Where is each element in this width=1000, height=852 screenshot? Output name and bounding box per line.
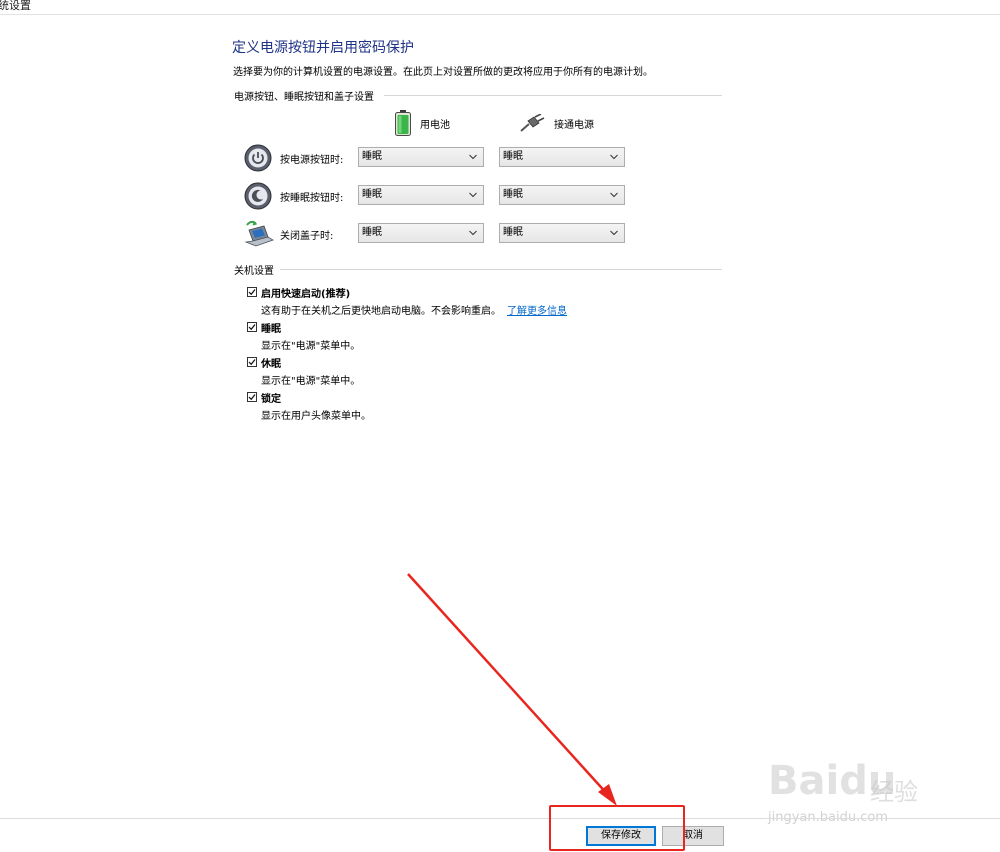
- checkmark-icon: [248, 289, 256, 296]
- checkmark-icon: [248, 394, 256, 401]
- power-options-system-settings-window: 统设置 定义电源按钮并启用密码保护 选择要为你的计算机设置的电源设置。在此页上对…: [0, 0, 1000, 852]
- sleep-button-row: 按睡眠按钮时: 睡眠 睡眠: [244, 182, 634, 210]
- power-button-label: 按电源按钮时:: [280, 155, 344, 166]
- chevron-down-icon: [610, 192, 618, 198]
- shutdown-section-title: 关机设置: [234, 266, 274, 277]
- hibernate-checkbox[interactable]: [247, 357, 257, 367]
- learn-more-link[interactable]: 了解更多信息: [507, 306, 567, 317]
- chevron-down-icon: [469, 154, 477, 160]
- chevron-down-icon: [610, 230, 618, 236]
- select-value: 睡眠: [362, 227, 382, 238]
- section-divider: [280, 269, 722, 270]
- power-button-battery-select[interactable]: 睡眠: [358, 147, 484, 167]
- power-buttons-section-header: 电源按钮、睡眠按钮和盖子设置: [234, 88, 722, 103]
- sleep-button-plugged-select[interactable]: 睡眠: [499, 185, 625, 205]
- lid-close-label: 关闭盖子时:: [280, 231, 334, 242]
- select-value: 睡眠: [503, 151, 523, 162]
- select-value: 睡眠: [362, 189, 382, 200]
- window-title: 统设置: [0, 0, 31, 12]
- page-heading: 定义电源按钮并启用密码保护: [232, 40, 414, 56]
- column-label-battery: 用电池: [420, 119, 450, 131]
- power-button-row: 按电源按钮时: 睡眠 睡眠: [244, 144, 634, 172]
- fast-startup-description: 这有助于在关机之后更快地启动电脑。不会影响重启。 了解更多信息: [261, 306, 567, 317]
- footer-divider: [0, 818, 1000, 819]
- lock-label: 锁定: [261, 394, 281, 405]
- power-button-plugged-select[interactable]: 睡眠: [499, 147, 625, 167]
- select-value: 睡眠: [503, 227, 523, 238]
- annotation-arrow: [407, 573, 617, 806]
- power-plug-icon: [520, 114, 545, 132]
- lid-close-plugged-select[interactable]: 睡眠: [499, 223, 625, 243]
- sleep-button-battery-select[interactable]: 睡眠: [358, 185, 484, 205]
- lock-checkbox[interactable]: [247, 392, 257, 402]
- watermark-cn: 经验: [870, 778, 918, 806]
- section-divider: [384, 95, 722, 96]
- power-button-icon: [244, 144, 272, 172]
- column-header-plugged-in: 接通电源: [520, 110, 594, 136]
- power-buttons-section-title: 电源按钮、睡眠按钮和盖子设置: [234, 92, 374, 103]
- page-description: 选择要为你的计算机设置的电源设置。在此页上对设置所做的更改将应用于你所有的电源计…: [233, 67, 653, 78]
- lid-close-battery-select[interactable]: 睡眠: [358, 223, 484, 243]
- chevron-down-icon: [610, 154, 618, 160]
- hibernate-label: 休眠: [261, 359, 281, 370]
- title-divider: [0, 14, 1000, 15]
- fast-startup-label: 启用快速启动(推荐): [261, 289, 351, 300]
- shutdown-section-header: 关机设置: [234, 262, 722, 277]
- annotation-highlight-box: [549, 805, 685, 851]
- sleep-button-icon: [244, 182, 272, 210]
- lid-close-row: 关闭盖子时: 睡眠 睡眠: [244, 220, 634, 248]
- chevron-down-icon: [469, 192, 477, 198]
- lock-description: 显示在用户头像菜单中。: [261, 411, 371, 422]
- laptop-lid-icon: [244, 220, 274, 247]
- checkmark-icon: [248, 359, 256, 366]
- sleep-label: 睡眠: [261, 324, 281, 335]
- column-header-battery: 用电池: [394, 110, 450, 136]
- chevron-down-icon: [469, 230, 477, 236]
- sleep-checkbox[interactable]: [247, 322, 257, 332]
- battery-icon: [395, 110, 411, 136]
- sleep-button-label: 按睡眠按钮时:: [280, 193, 344, 204]
- hibernate-description: 显示在"电源"菜单中。: [261, 376, 361, 387]
- checkmark-icon: [248, 324, 256, 331]
- sleep-description: 显示在"电源"菜单中。: [261, 341, 361, 352]
- select-value: 睡眠: [362, 151, 382, 162]
- select-value: 睡眠: [503, 189, 523, 200]
- column-label-plugged-in: 接通电源: [554, 119, 594, 131]
- fast-startup-checkbox[interactable]: [247, 287, 257, 297]
